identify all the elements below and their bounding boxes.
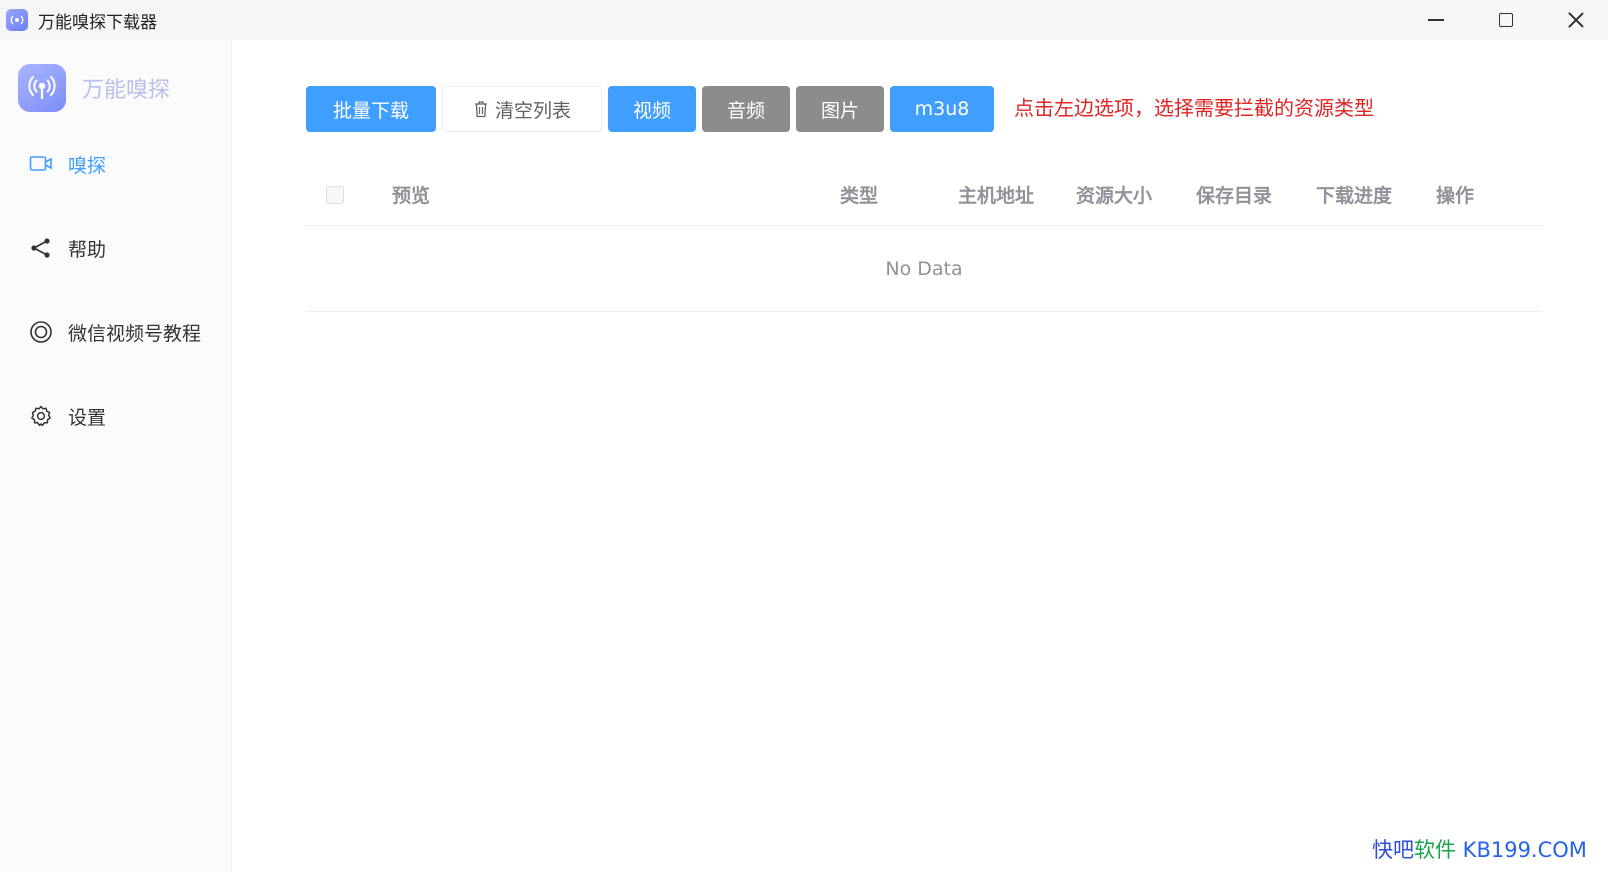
- batch-download-button[interactable]: 批量下载: [306, 86, 436, 132]
- clear-list-label: 清空列表: [494, 99, 571, 122]
- filter-audio-button[interactable]: 音频: [702, 86, 790, 132]
- sidebar-item-help[interactable]: 帮助: [0, 220, 232, 276]
- sidebar-item-wechat-tutorial[interactable]: 微信视频号教程: [0, 304, 232, 360]
- column-header-action: 操作: [1436, 185, 1475, 207]
- maximize-icon: [1499, 13, 1513, 27]
- watermark-part-a: 快吧: [1372, 838, 1414, 862]
- app-window: 万能嗅探下载器 万能嗅探 嗅探 帮助 微信视频号教程 设置 批量下载 清空列表 …: [0, 0, 1608, 872]
- table-header: 预览 类型 主机地址 资源大小 保存目录 下载进度 操作: [306, 166, 1542, 226]
- watermark-part-b: 软件: [1414, 838, 1456, 862]
- filter-video-button[interactable]: 视频: [608, 86, 696, 132]
- filter-m3u8-button[interactable]: m3u8: [890, 86, 994, 132]
- gear-icon: [28, 403, 54, 429]
- sidebar-item-label: 嗅探: [68, 154, 107, 177]
- filter-image-button[interactable]: 图片: [796, 86, 884, 132]
- close-button[interactable]: [1546, 0, 1606, 40]
- sidebar: 万能嗅探 嗅探 帮助 微信视频号教程 设置: [0, 40, 232, 872]
- maximize-button[interactable]: [1476, 0, 1536, 40]
- toolbar: 批量下载 清空列表 视频 音频 图片 m3u8: [306, 86, 994, 132]
- brand-name: 万能嗅探: [82, 78, 171, 103]
- close-icon: [1567, 11, 1585, 29]
- watermark: 快吧软件 KB199.COM: [1372, 834, 1587, 864]
- sidebar-item-label: 帮助: [68, 238, 107, 261]
- share-icon: [28, 235, 54, 261]
- column-header-progress: 下载进度: [1316, 185, 1393, 207]
- column-header-save-dir: 保存目录: [1196, 185, 1273, 207]
- column-header-preview: 预览: [392, 185, 431, 207]
- title-bar: 万能嗅探下载器: [0, 0, 1608, 40]
- resource-table: 预览 类型 主机地址 资源大小 保存目录 下载进度 操作 No Data: [306, 166, 1542, 312]
- column-header-type: 类型: [840, 185, 879, 207]
- hint-text: 点击左边选项，选择需要拦截的资源类型: [1014, 96, 1374, 120]
- sidebar-item-settings[interactable]: 设置: [0, 388, 232, 444]
- sidebar-item-sniff[interactable]: 嗅探: [0, 136, 232, 192]
- brand: 万能嗅探: [18, 64, 170, 112]
- brand-logo-icon: [18, 64, 66, 112]
- window-title: 万能嗅探下载器: [38, 12, 157, 33]
- app-icon: [6, 9, 28, 31]
- table-empty-state: No Data: [306, 226, 1542, 312]
- column-header-host: 主机地址: [958, 185, 1035, 207]
- video-camera-icon: [28, 151, 54, 177]
- minimize-icon: [1428, 19, 1444, 21]
- circle-icon: [28, 319, 54, 345]
- watermark-part-c: KB199.COM: [1456, 838, 1587, 862]
- sidebar-item-label: 微信视频号教程: [68, 322, 202, 345]
- select-all-checkbox[interactable]: [326, 186, 344, 204]
- minimize-button[interactable]: [1406, 0, 1466, 40]
- column-header-size: 资源大小: [1076, 185, 1153, 207]
- clear-list-button[interactable]: 清空列表: [442, 86, 602, 132]
- trash-icon: [473, 100, 489, 118]
- sidebar-item-label: 设置: [68, 406, 107, 429]
